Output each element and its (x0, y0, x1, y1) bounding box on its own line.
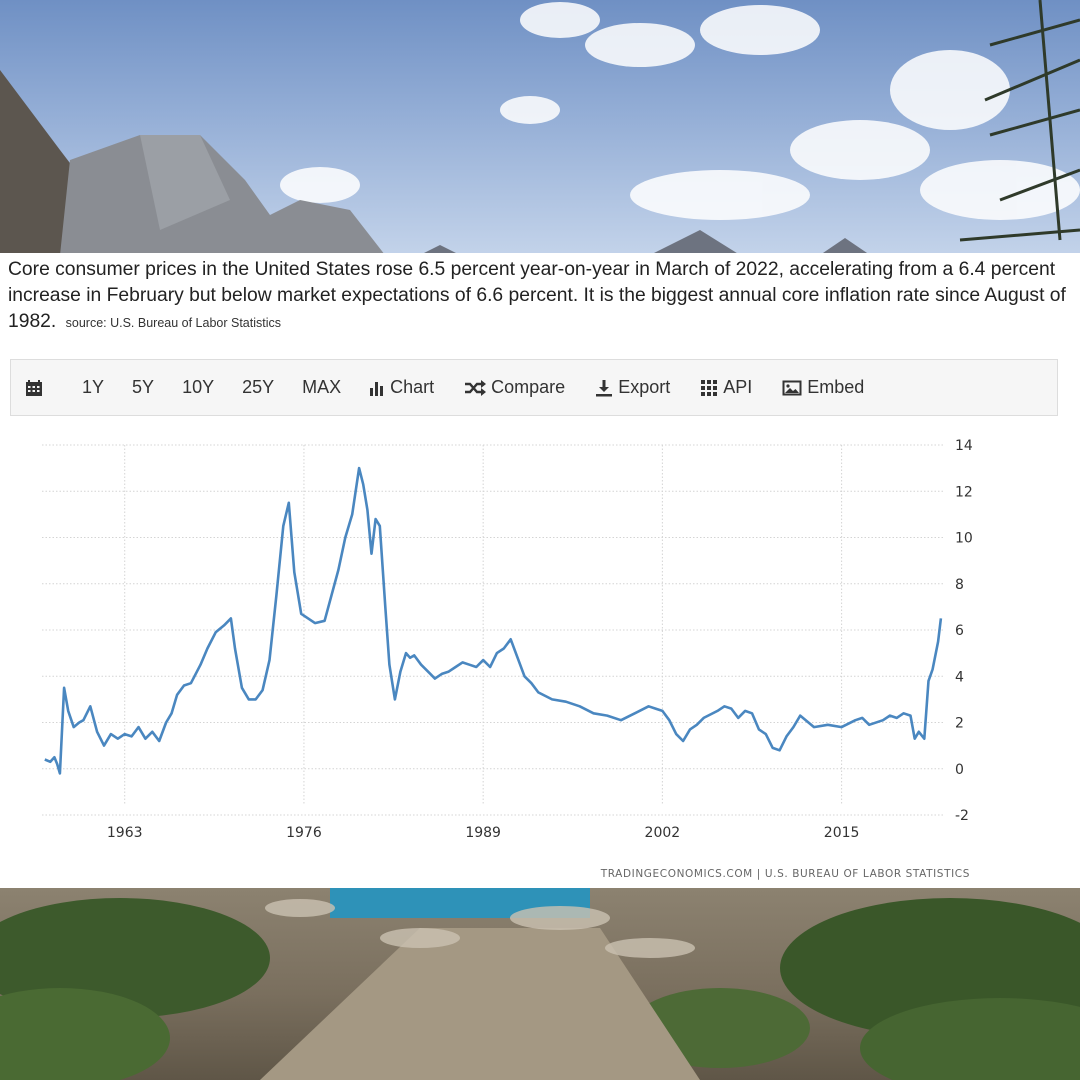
core-inflation-series-line (44, 466, 943, 775)
source-note: source: U.S. Bureau of Labor Statistics (65, 316, 282, 330)
y-tick-label: -2 (955, 808, 969, 824)
embed-button-label: Embed (807, 377, 865, 397)
chart-area: 14 12 10 8 6 4 2 0 -2 1963 1976 1989 2002 2015 TRADING… (10, 417, 1072, 888)
compare-button[interactable]: Compare (464, 377, 565, 398)
export-button-label: Export (618, 377, 671, 397)
description-panel: Core consumer prices in the United State… (0, 253, 1080, 351)
download-icon (595, 379, 613, 397)
chart-credit: TRADINGECONOMICS.COM | U.S. BUREAU OF LA… (600, 868, 970, 880)
x-tick-label: 1963 (107, 825, 143, 841)
chart-button-label: Chart (390, 377, 435, 397)
compare-button-label: Compare (491, 377, 566, 397)
trail-photo (0, 888, 1080, 1080)
bar-chart-icon (369, 380, 385, 396)
calendar-button[interactable] (25, 379, 48, 397)
chart-widget: 1Y 5Y 10Y 25Y MAX Chart Compare Export A… (0, 351, 1080, 888)
api-button[interactable]: API (700, 377, 752, 398)
y-tick-label: 6 (955, 623, 964, 639)
export-button[interactable]: Export (595, 377, 670, 398)
y-tick-label: 4 (955, 669, 964, 685)
y-tick-label: 2 (955, 716, 964, 732)
range-10y-button[interactable]: 10Y (182, 377, 214, 398)
mountain-sky-photo (0, 0, 1080, 255)
chart-button[interactable]: Chart (369, 377, 434, 398)
mountain-scenery (0, 0, 1080, 255)
x-tick-label: 1976 (286, 825, 322, 841)
clouds (280, 2, 1080, 220)
trail-scenery (0, 888, 1080, 1080)
range-1y-button[interactable]: 1Y (82, 377, 104, 398)
y-tick-label: 14 (955, 438, 973, 454)
shuffle-icon (464, 379, 487, 396)
x-tick-label: 2015 (824, 825, 860, 841)
api-button-label: API (723, 377, 753, 397)
chart-toolbar: 1Y 5Y 10Y 25Y MAX Chart Compare Export A… (10, 359, 1058, 416)
y-tick-label: 12 (955, 484, 973, 500)
calendar-icon (25, 379, 43, 397)
y-tick-label: 10 (955, 531, 973, 547)
x-tick-label: 1989 (465, 825, 501, 841)
y-tick-label: 0 (955, 762, 964, 778)
description-text: Core consumer prices in the United State… (8, 257, 1072, 336)
y-tick-label: 8 (955, 577, 964, 593)
image-icon (782, 380, 802, 396)
grid-icon (700, 379, 718, 397)
line-chart: 14 12 10 8 6 4 2 0 -2 1963 1976 1989 2002 2015 TRADING… (42, 438, 973, 880)
x-tick-label: 2002 (645, 825, 681, 841)
range-max-button[interactable]: MAX (302, 377, 341, 398)
range-25y-button[interactable]: 25Y (242, 377, 274, 398)
range-5y-button[interactable]: 5Y (132, 377, 154, 398)
embed-button[interactable]: Embed (782, 377, 864, 398)
